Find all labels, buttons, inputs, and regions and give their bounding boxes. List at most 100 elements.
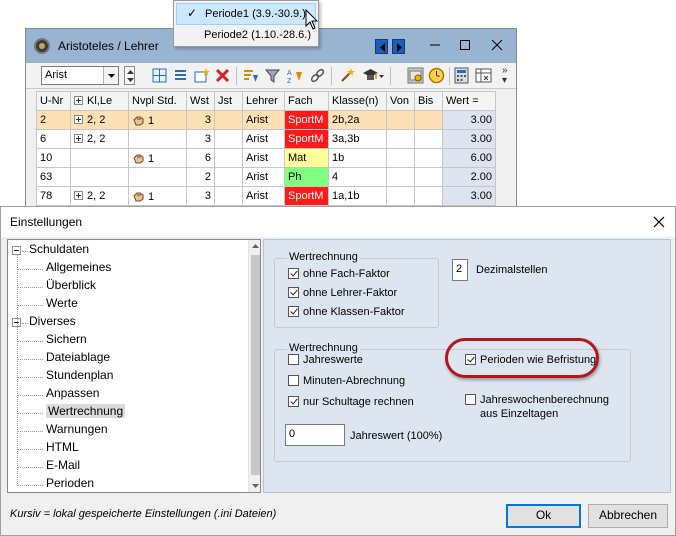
cell-fach[interactable]: SportM xyxy=(284,186,329,206)
ok-button[interactable]: Ok xyxy=(506,504,581,528)
table-row[interactable]: 63 2 Arist Ph 4 2.00 xyxy=(36,167,496,187)
table-row[interactable]: 2 2, 2 1 3 Arist SportM 2b,2a 3.00 xyxy=(36,110,496,130)
chevron-down-icon[interactable] xyxy=(103,67,118,84)
tree-item-werte[interactable]: Werte xyxy=(46,296,78,310)
cell-u-nr[interactable]: 63 xyxy=(36,167,71,187)
option-minuten-abrechnung[interactable]: Minuten-Abrechnung xyxy=(288,375,405,387)
maximize-button[interactable] xyxy=(454,35,476,55)
cell-jst[interactable] xyxy=(214,148,243,168)
tree-item-diverses[interactable]: Diverses xyxy=(29,314,76,328)
tree-scrollbar[interactable] xyxy=(248,240,261,492)
toolbar-overflow-icon[interactable]: » ▾ xyxy=(502,66,508,86)
tree-item-html[interactable]: HTML xyxy=(46,440,79,454)
tree-item-dateiablage[interactable]: Dateiablage xyxy=(46,350,110,364)
teacher-select[interactable]: Arist xyxy=(41,66,119,85)
column-header-wst[interactable]: Wst xyxy=(186,91,215,111)
cell-bis[interactable] xyxy=(414,129,443,149)
tree-item-überblick[interactable]: Überblick xyxy=(46,278,96,292)
grid-add-icon[interactable] xyxy=(151,67,168,84)
cell-klassen[interactable]: 2b,2a xyxy=(328,110,387,130)
option-jahreswerte[interactable]: Jahreswerte xyxy=(288,354,363,366)
cell-fach[interactable]: Ph xyxy=(284,167,329,187)
expand-icon[interactable] xyxy=(74,115,83,124)
tree-item-e-mail[interactable]: E-Mail xyxy=(46,458,80,472)
cell-wst[interactable]: 3 xyxy=(186,186,215,206)
option-nur-schultage[interactable]: nur Schultage rechnen xyxy=(288,396,414,408)
tree-item-stundenplan[interactable]: Stundenplan xyxy=(46,368,113,382)
cell-fach[interactable]: SportM xyxy=(284,110,329,130)
cell-bis[interactable] xyxy=(414,167,443,187)
cell-wert[interactable]: 2.00 xyxy=(442,167,496,187)
cell-u-nr[interactable]: 78 xyxy=(36,186,71,206)
wizard-icon[interactable] xyxy=(339,67,356,84)
collapse-toggle-icon[interactable] xyxy=(12,246,21,255)
cell-bis[interactable] xyxy=(414,110,443,130)
cell-wst[interactable]: 3 xyxy=(186,110,215,130)
cell-wert[interactable]: 3.00 xyxy=(442,186,496,206)
cell-klassen[interactable]: 3a,3b xyxy=(328,129,387,149)
cell-von[interactable] xyxy=(386,110,415,130)
column-header-nvpl[interactable]: Nvpl Std. xyxy=(128,91,187,111)
scroll-up-icon[interactable] xyxy=(249,240,261,253)
cell-nvpl[interactable]: 1 xyxy=(128,186,187,206)
sort-icon[interactable] xyxy=(242,67,259,84)
tree-item-warnungen[interactable]: Warnungen xyxy=(46,422,108,436)
column-header-u-nr[interactable]: U-Nr xyxy=(36,91,71,111)
column-header-klassen[interactable]: Klasse(n) xyxy=(328,91,387,111)
cell-klassen[interactable]: 1b xyxy=(328,148,387,168)
option-ohne-klassen-faktor[interactable]: ohne Klassen-Faktor xyxy=(288,306,405,318)
cell-kl-le[interactable]: 2, 2 xyxy=(70,110,129,130)
tree-item-allgemeines[interactable]: Allgemeines xyxy=(46,260,111,274)
cell-u-nr[interactable]: 10 xyxy=(36,148,71,168)
previous-arrow-icon[interactable] xyxy=(375,39,388,54)
cell-fach[interactable]: Mat xyxy=(284,148,329,168)
option-jahreswochenberechnung[interactable]: Jahreswochenberechnung xyxy=(465,394,609,406)
cell-wert[interactable]: 3.00 xyxy=(442,129,496,149)
column-header-von[interactable]: Von xyxy=(386,91,415,111)
cell-von[interactable] xyxy=(386,186,415,206)
expand-icon[interactable] xyxy=(74,134,83,143)
cell-jst[interactable] xyxy=(214,110,243,130)
cell-klassen[interactable]: 1a,1b xyxy=(328,186,387,206)
delete-icon[interactable] xyxy=(214,67,231,84)
checkbox[interactable] xyxy=(288,354,299,365)
cell-kl-le[interactable]: 2, 2 xyxy=(70,186,129,206)
list-icon[interactable] xyxy=(172,67,189,84)
cell-bis[interactable] xyxy=(414,186,443,206)
cell-nvpl[interactable]: 1 xyxy=(128,148,187,168)
filter-icon[interactable] xyxy=(264,67,281,84)
cell-von[interactable] xyxy=(386,167,415,187)
cell-lehrer[interactable]: Arist xyxy=(242,110,285,130)
table-row[interactable]: 6 2, 2 3 Arist SportM 3a,3b 3.00 xyxy=(36,129,496,149)
column-header-fach[interactable]: Fach xyxy=(284,91,329,111)
column-header-lehrer[interactable]: Lehrer xyxy=(242,91,285,111)
cell-lehrer[interactable]: Arist xyxy=(242,186,285,206)
cancel-button[interactable]: Abbrechen xyxy=(588,504,668,528)
window-close-button[interactable] xyxy=(486,35,508,55)
graduate-icon[interactable] xyxy=(362,67,379,84)
table-row[interactable]: 10 1 6 Arist Mat 1b 6.00 xyxy=(36,148,496,168)
column-header-kl-le[interactable]: Kl,Le xyxy=(70,91,129,111)
column-header-bis[interactable]: Bis xyxy=(414,91,443,111)
menu-item-periode1[interactable]: ✓ Periode1 (3.9.-30.9.) xyxy=(176,3,316,25)
cell-kl-le[interactable] xyxy=(70,167,129,187)
cell-kl-le[interactable]: 2, 2 xyxy=(70,129,129,149)
dropdown-arrow-icon[interactable] xyxy=(378,67,385,84)
checkbox[interactable] xyxy=(288,375,299,386)
close-icon[interactable] xyxy=(652,215,666,229)
cell-jst[interactable] xyxy=(214,186,243,206)
checkbox[interactable] xyxy=(465,394,476,405)
next-arrow-icon[interactable] xyxy=(392,39,405,54)
checkbox[interactable] xyxy=(288,287,299,298)
cell-lehrer[interactable]: Arist xyxy=(242,129,285,149)
cell-u-nr[interactable]: 2 xyxy=(36,110,71,130)
new-row-icon[interactable] xyxy=(193,67,210,84)
column-header-jst[interactable]: Jst xyxy=(214,91,243,111)
cell-klassen[interactable]: 4 xyxy=(328,167,387,187)
cell-wst[interactable]: 2 xyxy=(186,167,215,187)
cell-bis[interactable] xyxy=(414,148,443,168)
tree-item-schuldaten[interactable]: Schuldaten xyxy=(29,242,89,256)
table-row[interactable]: 78 2, 2 1 3 Arist SportM 1a,1b 3.00 xyxy=(36,186,496,206)
cell-nvpl[interactable] xyxy=(128,167,187,187)
table-settings-icon[interactable] xyxy=(475,67,492,84)
